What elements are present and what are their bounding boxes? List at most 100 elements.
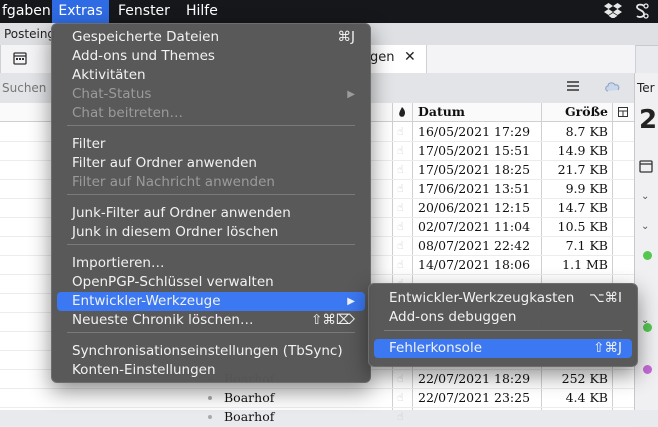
menu-item-label: Add-ons und Themes [72, 48, 215, 64]
menu-extras[interactable]: Extras [52, 0, 109, 23]
cell-date: 22/07/2021 18:29 [418, 371, 531, 386]
new-event-icon[interactable] [639, 159, 655, 175]
sync-icon[interactable] [604, 79, 622, 97]
tab-active-label: gen [370, 50, 395, 65]
menu-separator [384, 330, 622, 331]
menu-item-label: Filter auf Ordner anwenden [72, 155, 257, 171]
menu-item-shortcut: ⌘J [337, 29, 355, 45]
tab-active[interactable]: gen ✕ [369, 45, 427, 73]
cell-date: 08/07/2021 22:42 [418, 238, 531, 253]
junk-status-icon[interactable]: ☝ [397, 202, 407, 214]
extras-menu: Gespeicherte Dateien ⌘J Add-ons und Themes… [51, 23, 371, 383]
cell-size: 14.7 KB [557, 200, 608, 215]
menu-aufgaben[interactable]: fgaben [0, 0, 52, 23]
cell-size: 9.9 KB [565, 181, 608, 196]
dev-menu-item[interactable]: Fehlerkonsole ⇧⌘J [374, 339, 632, 358]
cell-date: 17/05/2021 15:51 [418, 143, 531, 158]
dev-menu-item[interactable]: Entwickler-Werkzeugkasten ⌥⌘I [374, 289, 632, 308]
junk-status-icon[interactable]: ☝ [397, 259, 407, 271]
extras-menu-item[interactable]: Filter auf Ordner anwenden [57, 154, 365, 173]
col-size-header[interactable]: Größe [542, 103, 612, 122]
junk-status-icon[interactable]: ☝ [397, 164, 407, 176]
cell-size: 252 KB [561, 371, 608, 386]
extras-menu-item[interactable]: Filter [57, 135, 365, 154]
read-status-dot[interactable] [208, 415, 212, 419]
chevron-down-icon[interactable]: ⌄ [641, 191, 649, 202]
search-input[interactable]: Suchen < [0, 77, 56, 117]
cell-date: 02/07/2021 11:04 [418, 219, 531, 234]
dev-menu-item[interactable]: Add-ons debuggen [374, 308, 632, 327]
extras-menu-item[interactable]: Add-ons und Themes [57, 47, 365, 66]
menu-fenster[interactable]: Fenster [118, 0, 178, 23]
junk-status-icon[interactable]: ☝ [397, 183, 407, 195]
junk-status-icon[interactable]: ☝ [397, 411, 407, 423]
menu-separator [67, 332, 355, 333]
menu-bar: fgaben Extras Fenster Hilfe [0, 0, 658, 23]
cell-date: 17/05/2021 18:25 [418, 162, 531, 177]
today-day-number: 2 [639, 105, 658, 135]
calendar-dot-green [643, 323, 652, 332]
cell-date: 14/07/2021 18:06 [418, 257, 531, 272]
menu-item-label: OpenPGP-Schlüssel verwalten [72, 274, 274, 290]
extras-menu-item[interactable]: Neueste Chronik löschen… ⇧⌘⌦ [57, 311, 365, 330]
cell-size: 8.7 KB [565, 124, 608, 139]
submenu-arrow-icon: ▶ [347, 296, 355, 307]
menu-item-label: Synchronisationseinstellungen (TbSync) [72, 343, 343, 359]
cell-size: 21.7 KB [557, 162, 608, 177]
junk-status-icon[interactable]: ☝ [397, 240, 407, 252]
junk-status-icon[interactable]: ☝ [397, 145, 407, 157]
menu-item-shortcut: ⇧⌘⌦ [311, 312, 355, 328]
table-row[interactable]: ☝ Boarhof 22/07/2021 23:25 4.4 KB [0, 388, 634, 407]
extras-menu-item[interactable]: Importieren… [57, 254, 365, 273]
menu-item-label: Chat-Status [72, 86, 152, 102]
menu-item-label: Konten-Einstellungen [72, 362, 216, 378]
hamburger-menu-icon[interactable] [566, 79, 580, 95]
tab-close-icon[interactable]: ✕ [404, 49, 416, 65]
menu-separator [67, 194, 355, 195]
junk-status-icon[interactable]: ☝ [397, 126, 407, 138]
extras-menu-item[interactable]: Entwickler-Werkzeuge ▶ [57, 292, 365, 311]
read-status-dot[interactable] [208, 396, 212, 400]
calendar-dot-green [643, 251, 652, 260]
column-picker-icon[interactable] [612, 103, 634, 122]
calendar-dot-purple [643, 365, 652, 374]
menu-item-label: Filter [72, 136, 106, 152]
calendar-icon[interactable] [13, 51, 27, 65]
menu-hilfe[interactable]: Hilfe [186, 0, 226, 23]
menu-item-label: Filter auf Nachricht anwenden [72, 174, 275, 190]
junk-status-icon[interactable]: ☝ [397, 392, 407, 404]
tab-posteingang[interactable]: Posteing [4, 23, 55, 45]
menu-item-label: Entwickler-Werkzeuge [72, 293, 221, 309]
extras-menu-item[interactable]: Gespeicherte Dateien ⌘J [57, 28, 365, 47]
menu-item-label: Aktivitäten [72, 67, 146, 83]
menu-item-label: Importieren… [72, 255, 165, 271]
cell-date: 17/06/2021 13:51 [418, 181, 531, 196]
col-junk-header[interactable] [392, 103, 412, 122]
cell-size: 7.1 KB [565, 238, 608, 253]
status-s-icon[interactable] [632, 2, 652, 21]
junk-status-icon[interactable]: ☝ [397, 221, 407, 233]
extras-menu-item[interactable]: Junk in diesem Ordner löschen [57, 223, 365, 242]
menu-item-label: Junk in diesem Ordner löschen [72, 224, 279, 240]
junk-status-icon[interactable]: ☝ [397, 373, 407, 385]
extras-menu-item[interactable]: Konten-Einstellungen [57, 361, 365, 380]
menu-item-label: Add-ons debuggen [389, 309, 517, 325]
submenu-arrow-icon: ▶ [347, 89, 355, 100]
chevron-down-icon[interactable]: ⌄ [641, 221, 649, 232]
cell-size: 14.9 KB [557, 143, 608, 158]
extras-menu-item[interactable]: OpenPGP-Schlüssel verwalten [57, 273, 365, 292]
extras-menu-item[interactable]: Synchronisationseinstellungen (TbSync) [57, 342, 365, 361]
menu-item-shortcut: ⌥⌘I [588, 290, 622, 306]
menu-item-label: Chat beitreten… [72, 105, 183, 121]
extras-menu-item[interactable]: Junk-Filter auf Ordner anwenden [57, 204, 365, 223]
today-pane-label: Ter [637, 81, 655, 95]
menu-separator [67, 125, 355, 126]
cell-from: Boarhof [224, 390, 275, 405]
extras-menu-item: Chat-Status ▶ [57, 85, 365, 104]
col-date-header[interactable]: Datum [413, 103, 542, 122]
cell-date: 20/06/2021 12:15 [418, 200, 531, 215]
extras-menu-item: Chat beitreten… [57, 104, 365, 123]
menu-item-label: Junk-Filter auf Ordner anwenden [72, 205, 291, 221]
dropbox-icon[interactable] [604, 2, 622, 21]
extras-menu-item[interactable]: Aktivitäten [57, 66, 365, 85]
